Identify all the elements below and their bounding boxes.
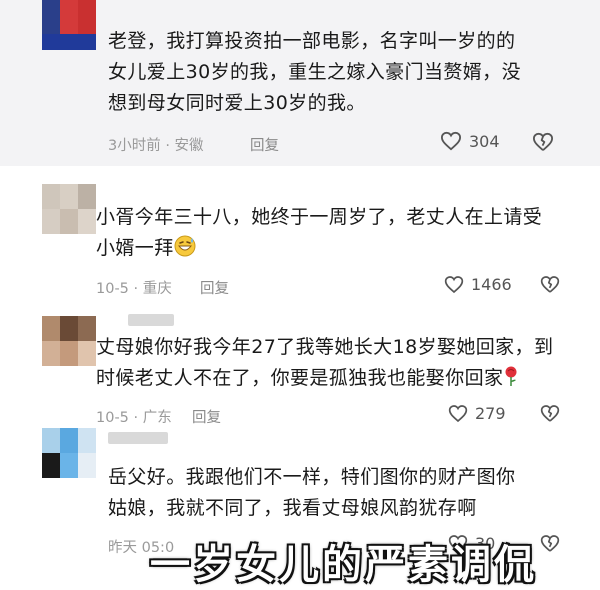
heart-outline-icon — [448, 404, 468, 423]
grinning-sweat-emoji — [174, 235, 196, 267]
avatar[interactable] — [42, 316, 96, 366]
comment-line: 女儿爱上30岁的我，重生之嫁入豪门当赘婿，没 — [108, 61, 521, 83]
broken-heart-icon[interactable] — [532, 132, 554, 152]
comment-text: 小胥今年三十八，她终于一周岁了，老丈人在上请受 小婿一拜 — [96, 202, 542, 267]
broken-heart-icon[interactable] — [540, 275, 560, 294]
like-count: 304 — [469, 131, 500, 151]
username[interactable] — [128, 314, 174, 326]
heart-outline-icon — [444, 275, 464, 294]
rose-emoji — [503, 365, 519, 397]
video-subtitle: 一岁女儿的严素调侃 — [150, 542, 537, 588]
reply-button[interactable]: 回复 — [250, 134, 279, 155]
like-count: 1466 — [471, 275, 512, 294]
comment-line: 时候老丈人不在了，你要是孤独我也能娶你回家 — [96, 367, 504, 389]
comment-item: 老登，我打算投资拍一部电影，名字叫一岁的的 女儿爱上30岁的我，重生之嫁入豪门当… — [0, 0, 600, 166]
like-button[interactable]: 279 — [448, 404, 506, 423]
comment-item: 丈母娘你好我今年27了我等她长大18岁娶她回家，到 时候老丈人不在了，你要是孤独… — [0, 306, 600, 426]
comment-line: 老登，我打算投资拍一部电影，名字叫一岁的的 — [108, 30, 516, 52]
comment-text: 老登，我打算投资拍一部电影，名字叫一岁的的 女儿爱上30岁的我，重生之嫁入豪门当… — [108, 26, 521, 119]
comment-line: 丈母娘你好我今年27了我等她长大18岁娶她回家，到 — [96, 336, 554, 358]
comment-line: 小胥今年三十八，她终于一周岁了，老丈人在上请受 — [96, 206, 543, 228]
comment-item: 小胥今年三十八，她终于一周岁了，老丈人在上请受 小婿一拜 10-5 · 重庆 回… — [0, 166, 600, 306]
like-button[interactable]: 304 — [440, 131, 500, 151]
like-button[interactable]: 1466 — [444, 275, 512, 294]
comment-meta: 10-5 · 重庆 — [96, 281, 172, 297]
avatar[interactable] — [42, 184, 96, 234]
heart-outline-icon — [440, 131, 462, 151]
comment-line: 小婿一拜 — [96, 237, 174, 259]
avatar[interactable] — [42, 0, 96, 50]
comment-meta: 3小时前 · 安徽 — [108, 138, 204, 154]
broken-heart-icon[interactable] — [540, 404, 560, 423]
comment-line: 想到母女同时爱上30岁的我。 — [108, 92, 366, 114]
comment-line: 姑娘，我就不同了，我看丈母娘风韵犹存啊 — [108, 497, 477, 519]
avatar[interactable] — [42, 428, 96, 478]
comment-text: 岳父好。我跟他们不一样，特们图你的财产图你 姑娘，我就不同了，我看丈母娘风韵犹存… — [108, 462, 515, 524]
comment-text: 丈母娘你好我今年27了我等她长大18岁娶她回家，到 时候老丈人不在了，你要是孤独… — [96, 332, 553, 397]
broken-heart-icon[interactable] — [540, 534, 560, 553]
reply-button[interactable]: 回复 — [200, 277, 229, 298]
like-count: 279 — [475, 404, 506, 423]
username[interactable] — [108, 432, 168, 444]
comment-line: 岳父好。我跟他们不一样，特们图你的财产图你 — [108, 466, 516, 488]
